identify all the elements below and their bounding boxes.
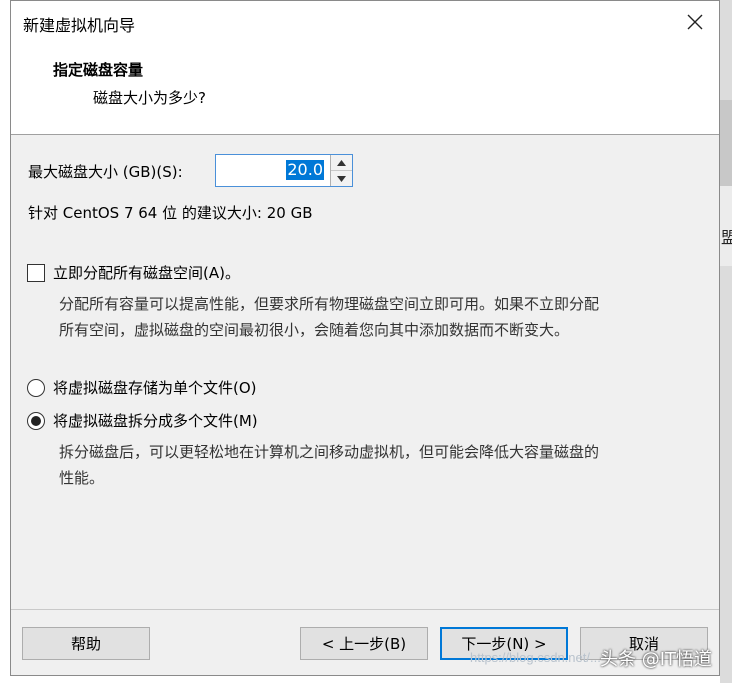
background-window: 盟 (720, 0, 732, 683)
split-description-line: 拆分磁盘后，可以更轻松地在计算机之间移动虚拟机，但可能会降低大容量磁盘的 (59, 443, 600, 461)
allocate-now-label: 立即分配所有磁盘空间(A)。 (53, 264, 240, 282)
disk-size-stepper[interactable]: 20.0 (215, 154, 353, 187)
split-multiple-files-radio[interactable] (27, 411, 45, 430)
store-single-file-option[interactable]: 将虚拟磁盘存储为单个文件(O) (27, 377, 257, 398)
page-subheading: 磁盘大小为多少? (93, 89, 206, 107)
close-button[interactable] (679, 7, 711, 37)
stepper-up-button[interactable] (331, 155, 352, 171)
help-button[interactable]: 帮助 (22, 627, 150, 660)
dialog-title: 新建虚拟机向导 (23, 16, 136, 35)
background-panel (720, 100, 732, 186)
allocate-description-line: 所有空间，虚拟磁盘的空间最初很小，会随着您向其中添加数据而不断变大。 (59, 321, 570, 339)
split-description-line: 性能。 (59, 469, 105, 487)
allocate-now-checkbox-row[interactable]: 立即分配所有磁盘空间(A)。 (27, 262, 240, 283)
chevron-up-icon (337, 159, 346, 166)
split-description: 拆分磁盘后，可以更轻松地在计算机之间移动虚拟机，但可能会降低大容量磁盘的 性能。 (59, 439, 719, 491)
dialog-header: 新建虚拟机向导 指定磁盘容量 磁盘大小为多少? (11, 1, 719, 135)
brand-watermark: 头条 @IT悟道 (600, 649, 713, 670)
new-vm-wizard-dialog: 新建虚拟机向导 指定磁盘容量 磁盘大小为多少? 最大磁盘大小 (GB)(S): … (10, 0, 720, 676)
disk-size-label: 最大磁盘大小 (GB)(S): (28, 163, 183, 181)
url-watermark: https://blog.csdn.net/... (470, 650, 601, 665)
close-icon (687, 14, 703, 30)
footer-divider (11, 609, 719, 610)
background-text: 盟 (721, 228, 732, 247)
page-heading: 指定磁盘容量 (53, 61, 144, 79)
stepper-buttons (330, 155, 352, 186)
split-multiple-files-option[interactable]: 将虚拟磁盘拆分成多个文件(M) (27, 410, 258, 431)
store-single-file-label: 将虚拟磁盘存储为单个文件(O) (53, 379, 257, 397)
disk-size-input[interactable]: 20.0 (286, 160, 324, 180)
store-single-file-radio[interactable] (27, 378, 45, 397)
back-button[interactable]: < 上一步(B) (300, 627, 428, 660)
allocate-now-checkbox[interactable] (27, 263, 45, 282)
stepper-down-button[interactable] (331, 171, 352, 186)
recommended-size-text: 针对 CentOS 7 64 位 的建议大小: 20 GB (28, 204, 313, 222)
allocate-description-line: 分配所有容量可以提高性能，但要求所有物理磁盘空间立即可用。如果不立即分配 (59, 295, 600, 313)
chevron-down-icon (337, 175, 346, 182)
allocate-description: 分配所有容量可以提高性能，但要求所有物理磁盘空间立即可用。如果不立即分配 所有空… (59, 291, 719, 343)
split-multiple-files-label: 将虚拟磁盘拆分成多个文件(M) (53, 412, 258, 430)
